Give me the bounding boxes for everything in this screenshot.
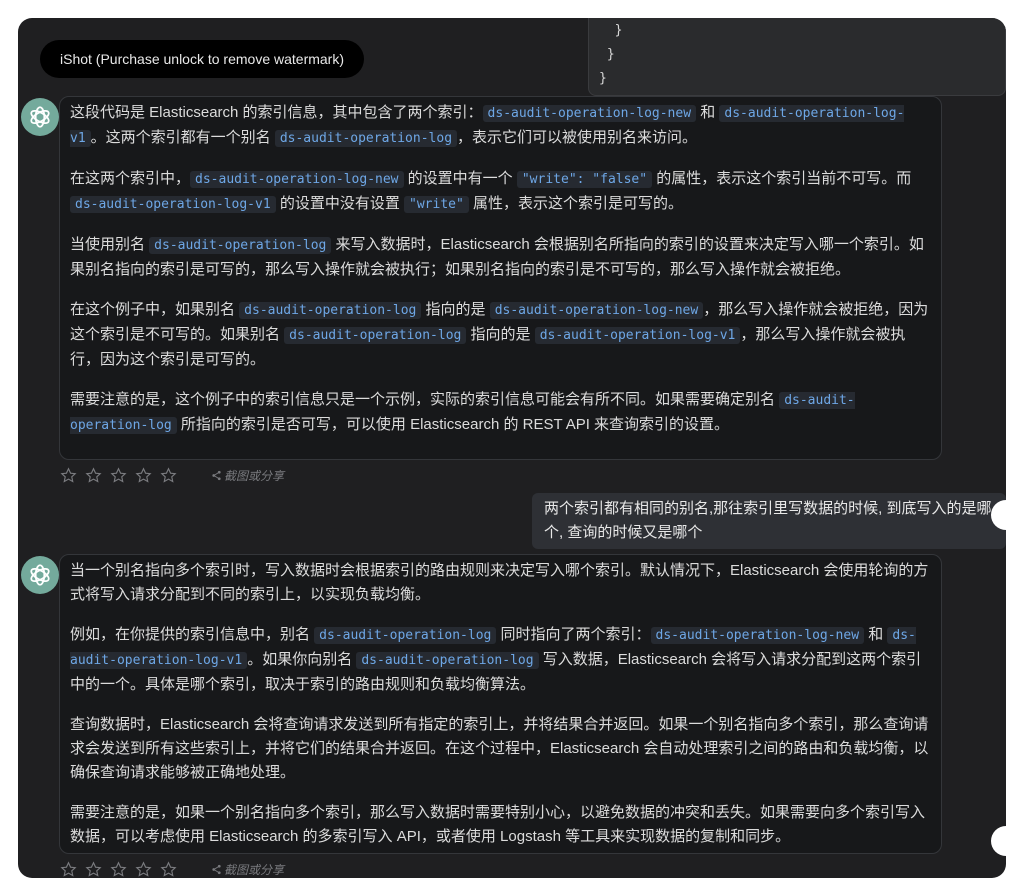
star-icon[interactable] bbox=[110, 467, 127, 484]
chat-window: } } } iShot (Purchase unlock to remove w… bbox=[18, 18, 1006, 878]
openai-logo-icon bbox=[30, 106, 50, 128]
rating-bar-1: 截图或分享 bbox=[60, 467, 284, 484]
star-icon[interactable] bbox=[85, 861, 102, 878]
star-icon[interactable] bbox=[135, 467, 152, 484]
message-paragraph: 当使用别名 ds-audit-operation-log 来写入数据时，Elas… bbox=[70, 236, 924, 278]
rating-bar-2: 截图或分享 bbox=[60, 861, 284, 878]
openai-logo-icon bbox=[30, 564, 50, 586]
previous-code-block: } } } bbox=[588, 18, 1006, 96]
assistant-message-1: 这段代码是 Elasticsearch 的索引信息，其中包含了两个索引： ds-a… bbox=[59, 96, 942, 460]
star-icon[interactable] bbox=[60, 467, 77, 484]
message-paragraph: 这段代码是 Elasticsearch 的索引信息，其中包含了两个索引： ds-a… bbox=[70, 104, 905, 147]
assistant-avatar bbox=[21, 556, 59, 594]
assistant-message-2: 当一个别名指向多个索引时，写入数据时会根据索引的路由规则来决定写入哪个索引。默认… bbox=[59, 554, 942, 854]
message-paragraph: 查询数据时，Elasticsearch 会将查询请求发送到所有指定的索引上，并将… bbox=[70, 716, 929, 781]
message-paragraph: 当一个别名指向多个索引时，写入数据时会根据索引的路由规则来决定写入哪个索引。默认… bbox=[70, 562, 929, 603]
star-icon[interactable] bbox=[135, 861, 152, 878]
share-icon bbox=[212, 864, 221, 875]
message-paragraph: 在这两个索引中， ds-audit-operation-log-new 的设置中有… bbox=[70, 170, 912, 213]
share-button[interactable]: 截图或分享 bbox=[211, 861, 284, 878]
message-paragraph: 需要注意的是，这个例子中的索引信息只是一个示例，实际的索引信息可能会有所不同。如… bbox=[70, 391, 855, 434]
share-label: 截图或分享 bbox=[224, 469, 285, 483]
share-button[interactable]: 截图或分享 bbox=[211, 467, 284, 484]
share-label: 截图或分享 bbox=[224, 863, 285, 877]
share-icon bbox=[212, 470, 221, 481]
code-line: } bbox=[599, 71, 607, 86]
message-paragraph: 例如，在你提供的索引信息中，别名 ds-audit-operation-log … bbox=[70, 626, 922, 693]
watermark-badge: iShot (Purchase unlock to remove waterma… bbox=[40, 40, 364, 78]
star-icon[interactable] bbox=[160, 467, 177, 484]
user-message: 两个索引都有相同的别名,那往索引里写数据的时候, 到底写入的是哪个, 查询的时候… bbox=[532, 493, 1006, 549]
star-icon[interactable] bbox=[60, 861, 77, 878]
assistant-avatar bbox=[21, 98, 59, 136]
star-icon[interactable] bbox=[110, 861, 127, 878]
star-icon[interactable] bbox=[160, 861, 177, 878]
star-icon[interactable] bbox=[85, 467, 102, 484]
message-paragraph: 需要注意的是，如果一个别名指向多个索引，那么写入数据时需要特别小心，以避免数据的… bbox=[70, 804, 926, 845]
code-line: } bbox=[599, 23, 623, 38]
message-paragraph: 在这个例子中，如果别名 ds-audit-operation-log 指向的是 … bbox=[70, 301, 929, 368]
code-line: } bbox=[599, 47, 615, 62]
scroll-side-button[interactable] bbox=[991, 826, 1006, 856]
